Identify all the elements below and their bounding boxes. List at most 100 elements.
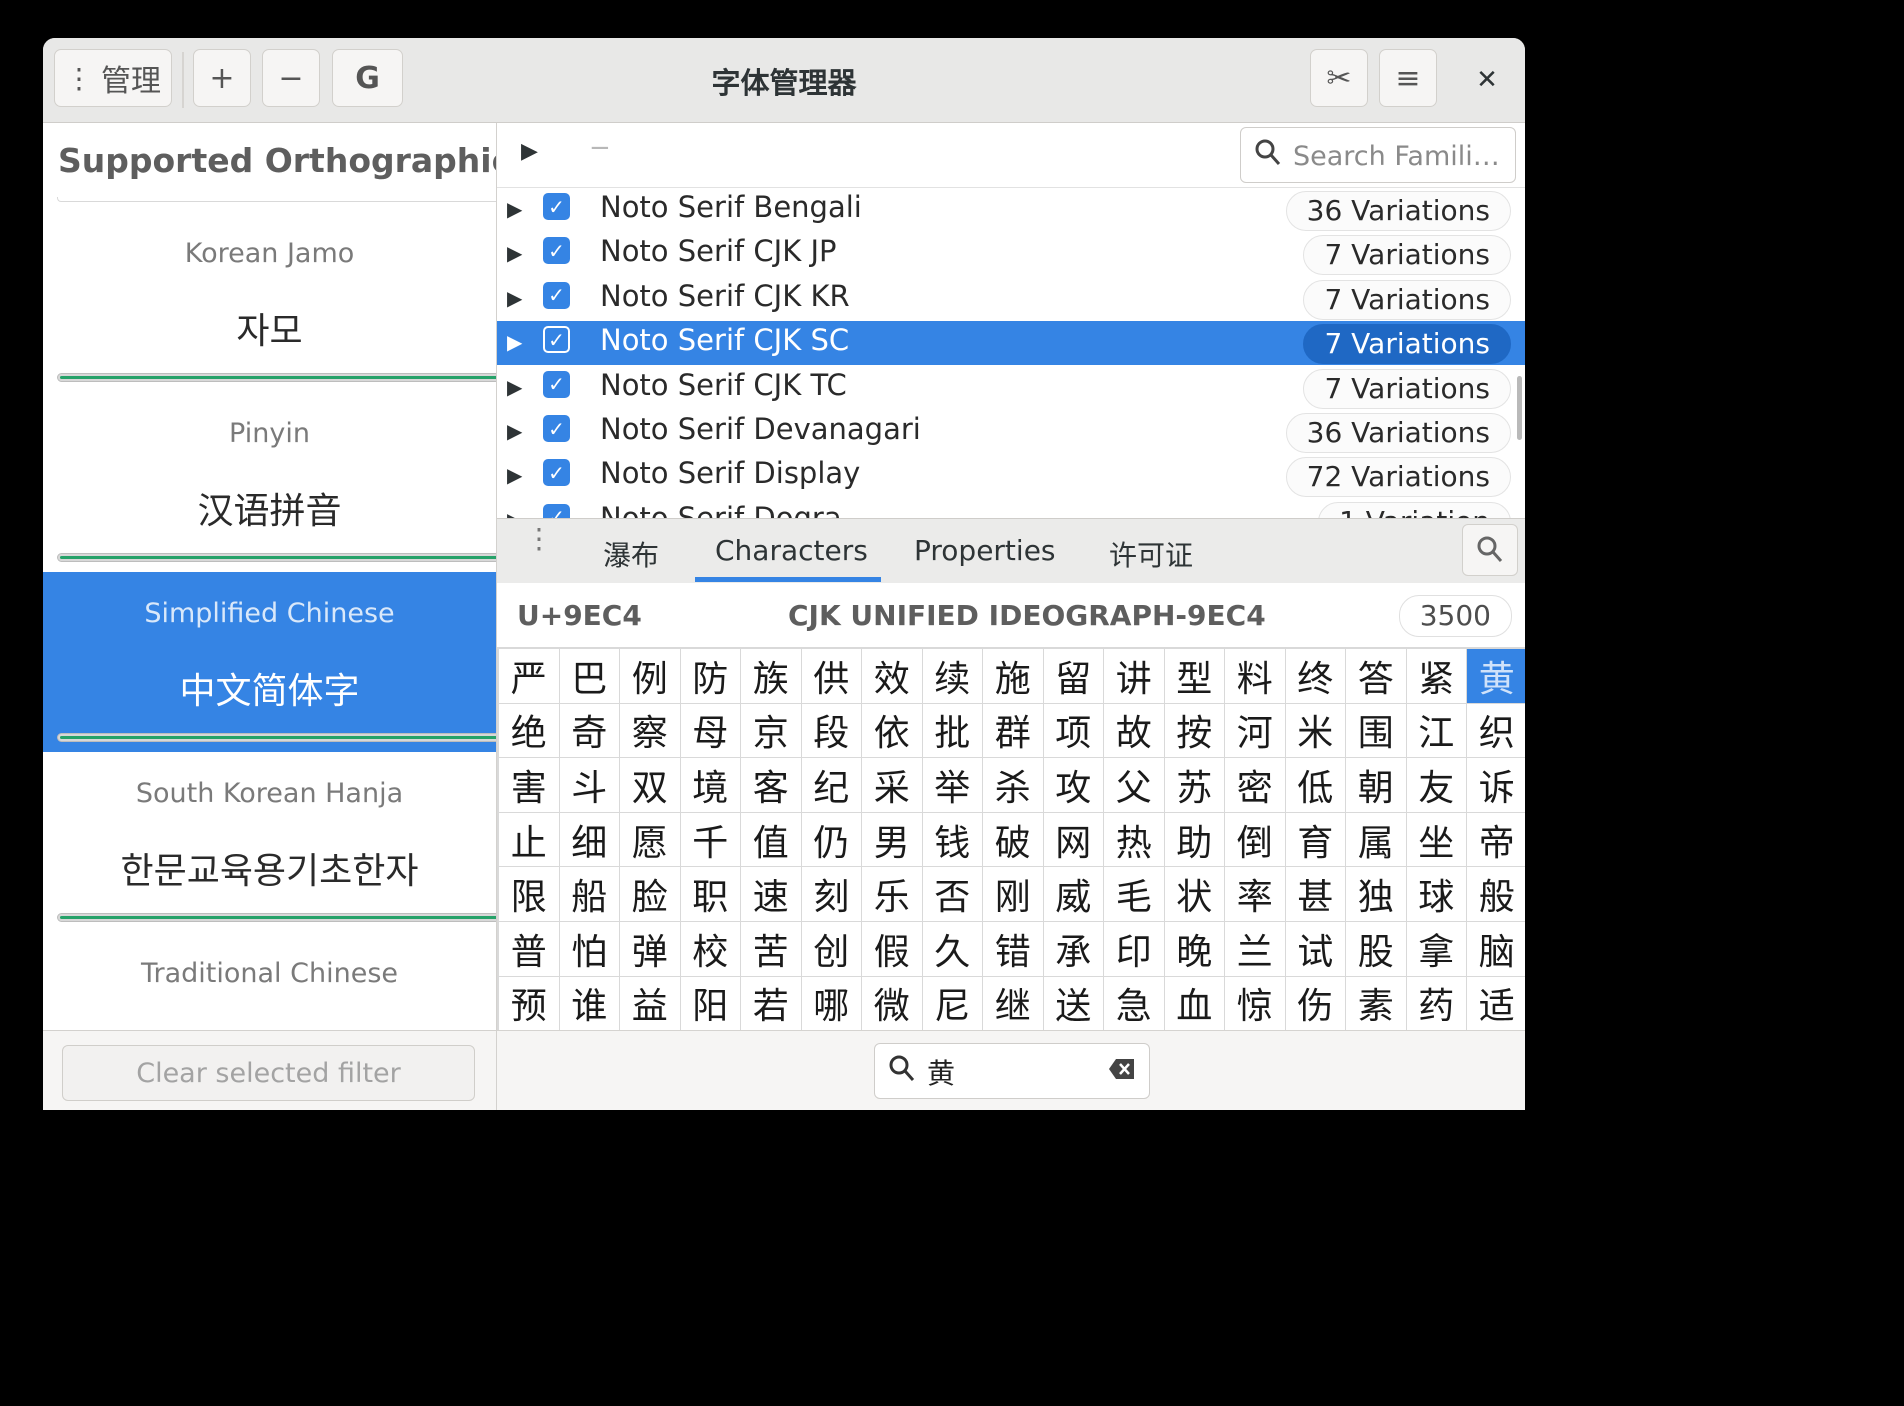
character-cell[interactable]: 友 — [1406, 758, 1466, 812]
character-cell[interactable]: 助 — [1164, 812, 1224, 867]
orthography-item-south-korean-hanja[interactable]: South Korean Hanja 한문교육용기초한자 — [43, 752, 496, 932]
orthography-item-simplified-chinese[interactable]: Simplified Chinese 中文简体字 — [43, 572, 496, 752]
character-cell[interactable]: 承 — [1043, 922, 1103, 976]
character-cell[interactable]: 围 — [1346, 703, 1406, 758]
character-cell[interactable]: 网 — [1043, 812, 1103, 867]
character-cell[interactable]: 双 — [620, 758, 680, 812]
character-cell[interactable]: 微 — [862, 976, 922, 1030]
character-cell[interactable]: 细 — [559, 812, 619, 867]
character-cell[interactable]: 限 — [499, 867, 559, 921]
expand-row-icon[interactable]: ▶ — [507, 330, 522, 354]
character-cell[interactable]: 举 — [922, 758, 982, 812]
font-family-row[interactable]: ▶ ✓ Noto Serif CJK JP 7 Variations — [497, 232, 1525, 276]
character-cell[interactable]: 依 — [862, 703, 922, 758]
character-cell[interactable]: 刚 — [983, 867, 1043, 921]
expand-all-icon[interactable]: ▶ — [521, 139, 538, 164]
expand-row-icon[interactable]: ▶ — [507, 375, 522, 399]
character-cell[interactable]: 尼 — [922, 976, 982, 1030]
character-cell[interactable]: 群 — [983, 703, 1043, 758]
font-family-row[interactable]: ▶ ✓ Noto Serif Dogra 1 Variation — [497, 499, 1525, 518]
character-cell[interactable]: 般 — [1467, 867, 1525, 921]
family-search-box[interactable] — [1240, 127, 1516, 183]
character-cell[interactable]: 益 — [620, 976, 680, 1030]
character-cell[interactable]: 父 — [1104, 758, 1164, 812]
tab-license[interactable]: 许可证 — [1109, 534, 1193, 574]
character-cell[interactable]: 急 — [1104, 976, 1164, 1030]
character-cell[interactable]: 属 — [1346, 812, 1406, 867]
character-cell[interactable]: 率 — [1225, 867, 1285, 921]
family-enabled-checkbox[interactable]: ✓ — [543, 281, 570, 309]
google-fonts-button[interactable]: G — [332, 49, 403, 107]
character-cell[interactable]: 严 — [499, 649, 559, 703]
character-search-input[interactable] — [925, 1052, 1099, 1092]
font-family-row[interactable]: ▶ ✓ Noto Serif Devanagari 36 Variations — [497, 410, 1525, 454]
character-cell[interactable]: 采 — [862, 758, 922, 812]
family-enabled-checkbox[interactable]: ✓ — [543, 459, 570, 487]
expand-row-icon[interactable]: ▶ — [507, 508, 522, 518]
character-cell[interactable]: 族 — [741, 649, 801, 703]
expand-row-icon[interactable]: ▶ — [507, 286, 522, 310]
font-family-row[interactable]: ▶ ✓ Noto Serif Display 72 Variations — [497, 454, 1525, 498]
character-cell[interactable]: 血 — [1164, 976, 1224, 1030]
character-cell[interactable]: 绝 — [499, 703, 559, 758]
font-family-row[interactable]: ▶ ✓ Noto Serif CJK TC 7 Variations — [497, 366, 1525, 410]
preferences-button[interactable]: ✂ — [1310, 49, 1368, 107]
character-cell[interactable]: 紧 — [1406, 649, 1466, 703]
character-cell[interactable]: 料 — [1225, 649, 1285, 703]
character-cell[interactable]: 否 — [922, 867, 982, 921]
character-cell[interactable]: 巴 — [559, 649, 619, 703]
character-cell[interactable]: 兰 — [1225, 922, 1285, 976]
family-enabled-checkbox[interactable]: ✓ — [543, 326, 570, 354]
orthography-item-korean-jamo[interactable]: Korean Jamo 자모 — [43, 212, 496, 392]
expand-row-icon[interactable]: ▶ — [507, 463, 522, 487]
character-cell[interactable]: 送 — [1043, 976, 1103, 1030]
character-cell[interactable]: 适 — [1467, 976, 1525, 1030]
clear-search-icon[interactable] — [1107, 1056, 1137, 1082]
character-cell[interactable]: 防 — [680, 649, 740, 703]
add-button[interactable]: + — [193, 49, 251, 107]
character-cell[interactable]: 拿 — [1406, 922, 1466, 976]
character-cell[interactable]: 钱 — [922, 812, 982, 867]
character-cell[interactable]: 供 — [801, 649, 861, 703]
character-cell[interactable]: 施 — [983, 649, 1043, 703]
tab-characters[interactable]: Characters — [715, 534, 868, 567]
character-cell[interactable]: 弹 — [620, 922, 680, 976]
character-cell[interactable]: 境 — [680, 758, 740, 812]
character-cell[interactable]: 讲 — [1104, 649, 1164, 703]
character-cell[interactable]: 晚 — [1164, 922, 1224, 976]
character-cell[interactable]: 脸 — [620, 867, 680, 921]
character-cell[interactable]: 状 — [1164, 867, 1224, 921]
character-cell[interactable]: 斗 — [559, 758, 619, 812]
character-cell[interactable]: 低 — [1285, 758, 1345, 812]
character-cell[interactable]: 朝 — [1346, 758, 1406, 812]
character-cell[interactable]: 坐 — [1406, 812, 1466, 867]
font-family-row[interactable]: ▶ ✓ Noto Serif Bengali 36 Variations — [497, 188, 1525, 232]
character-cell[interactable]: 威 — [1043, 867, 1103, 921]
character-cell[interactable]: 脑 — [1467, 922, 1525, 976]
character-cell[interactable]: 股 — [1346, 922, 1406, 976]
character-cell[interactable]: 若 — [741, 976, 801, 1030]
character-cell[interactable]: 型 — [1164, 649, 1224, 703]
character-cell[interactable]: 育 — [1285, 812, 1345, 867]
font-family-row[interactable]: ▶ ✓ Noto Serif CJK KR 7 Variations — [497, 277, 1525, 321]
character-cell[interactable]: 素 — [1346, 976, 1406, 1030]
family-search-input[interactable] — [1291, 136, 1509, 176]
character-cell[interactable]: 甚 — [1285, 867, 1345, 921]
character-cell[interactable]: 印 — [1104, 922, 1164, 976]
character-cell[interactable]: 客 — [741, 758, 801, 812]
remove-button[interactable]: − — [262, 49, 320, 107]
character-cell[interactable]: 段 — [801, 703, 861, 758]
character-cell[interactable]: 苦 — [741, 922, 801, 976]
character-cell[interactable]: 留 — [1043, 649, 1103, 703]
character-cell[interactable]: 谁 — [559, 976, 619, 1030]
family-enabled-checkbox[interactable]: ✓ — [543, 415, 570, 442]
character-cell[interactable]: 害 — [499, 758, 559, 812]
character-cell[interactable]: 惊 — [1225, 976, 1285, 1030]
character-cell[interactable]: 密 — [1225, 758, 1285, 812]
character-cell[interactable]: 普 — [499, 922, 559, 976]
font-list-scrollbar[interactable] — [1517, 376, 1522, 440]
character-cell[interactable]: 伤 — [1285, 976, 1345, 1030]
family-enabled-checkbox[interactable]: ✓ — [543, 503, 570, 518]
font-family-row[interactable]: ▶ ✓ Noto Serif CJK SC 7 Variations — [497, 321, 1525, 366]
close-button[interactable]: ✕ — [1461, 60, 1513, 100]
